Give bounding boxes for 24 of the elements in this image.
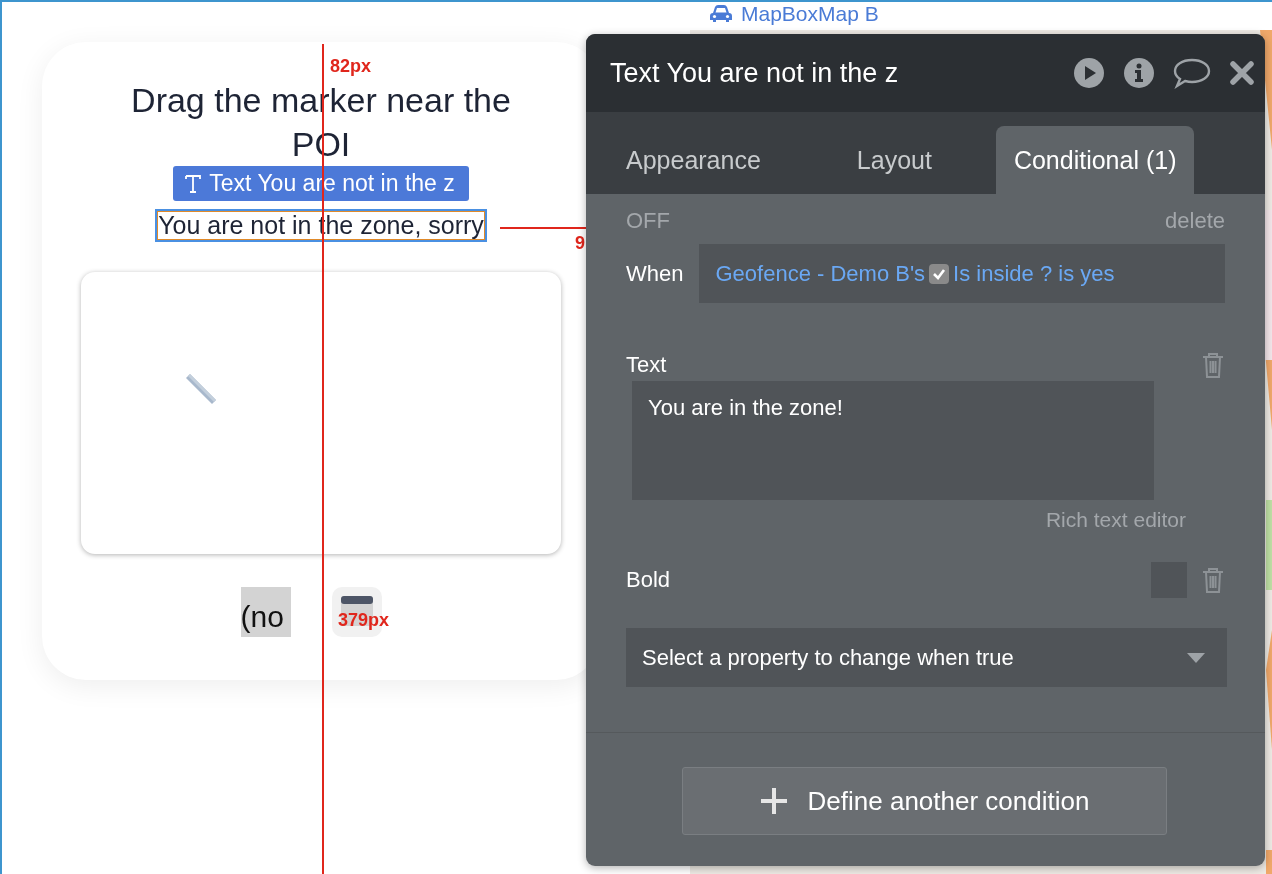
- measure-label: 82px: [330, 56, 372, 77]
- close-icon[interactable]: [1229, 60, 1255, 86]
- property-dropdown[interactable]: Select a property to change when true: [626, 628, 1227, 687]
- caret-icon: [1187, 652, 1205, 663]
- measure-label: 379px: [338, 610, 390, 631]
- info-icon[interactable]: [1123, 57, 1155, 89]
- condition-expression[interactable]: Geofence - Demo B's Is inside ? is yes: [699, 244, 1225, 303]
- define-condition-button[interactable]: Define another condition: [682, 767, 1167, 835]
- text-area[interactable]: You are in the zone!: [632, 381, 1154, 500]
- panel-title: Text You are not in the z: [610, 57, 899, 89]
- condition-status: OFF: [626, 208, 670, 234]
- property-label: Bold: [626, 567, 671, 593]
- plus-icon: [759, 787, 788, 815]
- tab[interactable]: Conditional (1): [995, 126, 1195, 194]
- property-label: Text: [626, 352, 667, 378]
- comment-icon[interactable]: [1173, 57, 1211, 89]
- when-label: When: [626, 260, 684, 287]
- text-icon: [185, 174, 202, 193]
- car-icon: [709, 5, 733, 23]
- tab[interactable]: Layout: [838, 126, 950, 194]
- measure-label: 9: [575, 233, 585, 254]
- play-icon[interactable]: [1073, 57, 1105, 89]
- empty-value: (no: [240, 587, 291, 637]
- tab[interactable]: Appearance: [608, 126, 779, 194]
